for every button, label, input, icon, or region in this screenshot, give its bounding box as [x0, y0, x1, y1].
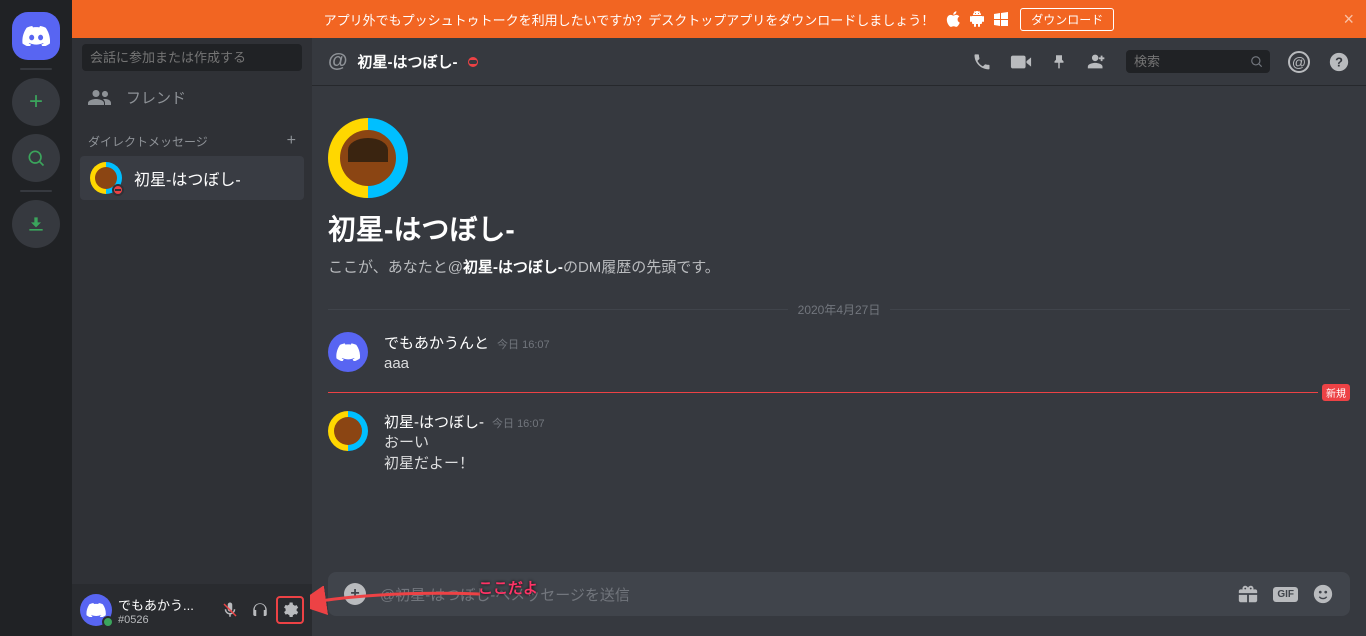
message-text: おーい [384, 432, 1350, 453]
help-icon: ? [1328, 51, 1350, 73]
message-avatar[interactable] [328, 411, 368, 451]
create-dm-button[interactable]: + [287, 132, 296, 150]
start-video-call-button[interactable] [1010, 54, 1032, 70]
gift-button[interactable] [1237, 583, 1259, 605]
gift-icon [1237, 583, 1259, 605]
download-button[interactable]: ダウンロード [1020, 8, 1114, 31]
dm-header-label: ダイレクトメッセージ [88, 133, 208, 150]
gear-icon [281, 601, 299, 619]
message: でもあかうんと 今日 16:07 aaa [328, 326, 1350, 380]
download-banner: アプリ外でもプッシュトゥトークを利用したいですか？デスクトップアプリをダウンロー… [72, 0, 1366, 38]
message-author[interactable]: 初星-はつぼし- [384, 411, 484, 432]
apple-icon [946, 11, 960, 27]
add-server-button[interactable]: + [12, 78, 60, 126]
headphones-icon [251, 601, 269, 619]
message-avatar[interactable] [328, 332, 368, 372]
help-button[interactable]: ? [1328, 51, 1350, 73]
status-dnd-icon [468, 57, 478, 67]
message-timestamp: 今日 16:07 [497, 336, 550, 352]
close-banner-button[interactable]: × [1343, 9, 1354, 30]
mentions-button[interactable]: @ [1288, 51, 1310, 73]
mic-muted-icon [221, 601, 239, 619]
phone-icon [972, 52, 992, 72]
attach-file-button[interactable]: + [344, 583, 366, 605]
message-input-placeholder: @初星-はつぼし-へメッセージを送信 [380, 584, 1223, 605]
message-input[interactable]: + @初星-はつぼし-へメッセージを送信 GIF [328, 572, 1350, 616]
user-avatar[interactable] [80, 594, 112, 626]
deafen-button[interactable] [246, 596, 274, 624]
server-list: + [0, 0, 72, 636]
download-apps-button[interactable] [12, 200, 60, 248]
video-icon [1010, 54, 1032, 70]
welcome-avatar [328, 118, 408, 198]
user-tag: #0526 [118, 614, 210, 626]
windows-icon [994, 12, 1008, 26]
welcome-title: 初星-はつぼし- [328, 208, 1350, 248]
friends-icon [88, 89, 112, 107]
home-button[interactable] [12, 12, 60, 60]
channel-sidebar: フレンド ダイレクトメッセージ + 初星-はつぼし- でもあかう... #052… [72, 0, 312, 636]
message-text: 初星だよー！ [384, 453, 1350, 474]
user-settings-button[interactable] [276, 596, 304, 624]
message: 初星-はつぼし- 今日 16:07 おーい 初星だよー！ [328, 405, 1350, 480]
discord-logo-icon [86, 603, 106, 617]
user-panel: でもあかう... #0526 [72, 584, 312, 636]
explore-servers-button[interactable] [12, 134, 60, 182]
server-divider [20, 68, 52, 70]
dm-item-name: 初星-はつぼし- [134, 166, 241, 190]
start-voice-call-button[interactable] [972, 52, 992, 72]
discord-logo-icon [22, 26, 50, 46]
pinned-messages-button[interactable] [1050, 53, 1068, 71]
friends-tab[interactable]: フレンド [72, 77, 312, 118]
at-icon: @ [328, 50, 348, 73]
message-author[interactable]: でもあかうんと [384, 332, 489, 353]
emoji-icon [1312, 583, 1334, 605]
android-icon [970, 11, 984, 27]
dm-welcome: 初星-はつぼし- ここが、あなたと@初星-はつぼし-のDM履歴の先頭です。 [328, 102, 1350, 285]
search-icon [1250, 55, 1264, 69]
search-input[interactable] [1126, 50, 1270, 73]
add-user-icon [1086, 53, 1108, 71]
compass-icon [26, 148, 46, 168]
conversation-search-input[interactable] [82, 44, 302, 71]
svg-text:?: ? [1335, 54, 1343, 69]
chat-body: 初星-はつぼし- ここが、あなたと@初星-はつぼし-のDM履歴の先頭です。 20… [312, 86, 1366, 572]
new-badge: 新規 [1322, 384, 1350, 401]
discord-logo-icon [336, 343, 360, 361]
user-name: でもあかう... [118, 595, 210, 614]
main-content: @ 初星-はつぼし- [312, 38, 1366, 636]
status-dnd-icon [112, 184, 124, 196]
dm-avatar [90, 162, 122, 194]
mute-mic-button[interactable] [216, 596, 244, 624]
message-text: aaa [384, 353, 1350, 374]
server-divider [20, 190, 52, 192]
new-messages-divider: 新規 [328, 384, 1350, 401]
chat-title: 初星-はつぼし- [358, 51, 458, 72]
welcome-subtitle: ここが、あなたと@初星-はつぼし-のDM履歴の先頭です。 [328, 256, 1350, 277]
download-icon [26, 214, 46, 234]
gif-button[interactable]: GIF [1273, 587, 1298, 602]
message-timestamp: 今日 16:07 [492, 415, 545, 431]
pin-icon [1050, 53, 1068, 71]
dm-item[interactable]: 初星-はつぼし- [80, 156, 304, 200]
chat-header: @ 初星-はつぼし- [312, 38, 1366, 86]
add-friends-to-dm-button[interactable] [1086, 53, 1108, 71]
banner-text: アプリ外でもプッシュトゥトークを利用したいですか？デスクトップアプリをダウンロー… [324, 10, 935, 29]
date-divider: 2020年4月27日 [328, 301, 1350, 318]
emoji-button[interactable] [1312, 583, 1334, 605]
status-online-icon [102, 616, 114, 628]
friends-label: フレンド [126, 87, 186, 108]
